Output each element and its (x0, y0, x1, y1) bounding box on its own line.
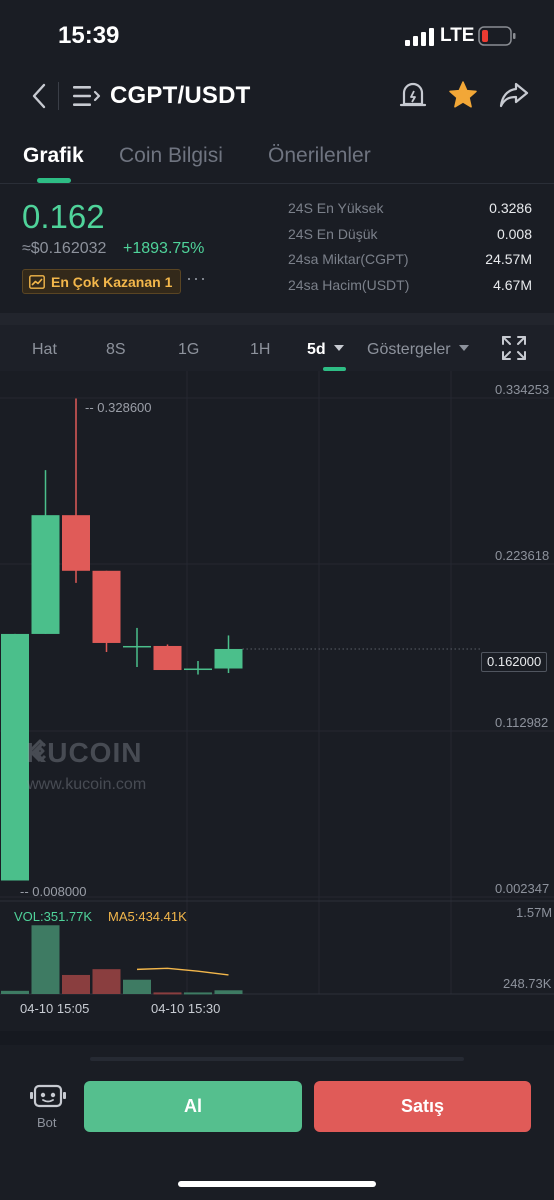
nav-divider (58, 82, 59, 110)
stat-value: 0.3286 (489, 200, 532, 216)
top-gainer-badge[interactable]: En Çok Kazanan 1 (22, 269, 182, 294)
pair-title[interactable]: CGPT/USDT (110, 82, 250, 110)
stat-row: 24sa Miktar(CGPT) 24.57M (288, 251, 532, 271)
interval-1h[interactable]: 1H (250, 341, 270, 359)
stat-value: 4.67M (493, 277, 532, 293)
interval-5d[interactable]: 5d (307, 341, 345, 359)
robot-icon (30, 1084, 66, 1108)
interval-5d-label: 5d (307, 341, 326, 358)
kucoin-watermark: KUCOIN (26, 737, 142, 769)
time-axis-label: 04-10 15:05 (20, 1001, 90, 1016)
divider (0, 183, 554, 184)
bottom-action-bar: Bot Al Satış (0, 1031, 554, 1200)
trend-up-icon (29, 274, 45, 289)
volume-bar (1, 990, 29, 994)
star-icon[interactable] (446, 78, 480, 112)
stat-label: 24sa Hacim(USDT) (288, 277, 410, 293)
price-alert-icon[interactable] (397, 78, 429, 112)
buy-button[interactable]: Al (84, 1081, 302, 1132)
last-price: 0.162 (22, 198, 105, 235)
share-icon[interactable] (497, 78, 531, 112)
tab-coin-bilgisi[interactable]: Coin Bilgisi (119, 144, 223, 168)
stat-label: 24sa Miktar(CGPT) (288, 251, 409, 267)
ma5-path (136, 967, 229, 976)
candle-body (214, 648, 243, 669)
tab-onerilenler[interactable]: Önerilenler (268, 144, 371, 168)
network-type: LTE (440, 25, 475, 46)
back-chevron-icon[interactable] (28, 82, 50, 110)
indicators-dropdown[interactable]: Göstergeler (367, 341, 470, 359)
ma5-label: MA5:434.41K (108, 909, 187, 924)
candle-body (62, 515, 90, 571)
chart-grid (0, 371, 554, 995)
price-chart[interactable]: KUCOIN www.kucoin.com 0.334253 0.223618 … (0, 371, 554, 1031)
price-axis-label: 0.002347 (495, 881, 550, 896)
candle-body (123, 645, 151, 648)
interval-1g[interactable]: 1G (178, 341, 199, 359)
volume-axis-label: 248.73K (503, 976, 552, 991)
volume-bar (62, 974, 90, 994)
volume-bar (92, 969, 121, 994)
candle-body (31, 515, 60, 634)
stat-value: 0.008 (496, 226, 532, 242)
volume-axis-label: 1.57M (516, 905, 553, 920)
bot-label: Bot (37, 1115, 57, 1130)
price-axis-label: 0.334253 (495, 382, 550, 397)
status-time: 15:39 (58, 22, 120, 49)
interval-8s[interactable]: 8S (106, 341, 126, 359)
candle-body (92, 570, 121, 643)
expand-icon[interactable] (500, 335, 528, 361)
candle-body (184, 668, 212, 671)
fiat-price: ≈$0.162032 (22, 240, 107, 257)
sell-button[interactable]: Satış (314, 1081, 531, 1132)
price-axis-label: 0.112982 (495, 715, 549, 730)
indicators-label: Göstergeler (367, 341, 451, 358)
stat-row: 24S En Yüksek 0.3286 (288, 200, 532, 220)
high-annotation: -- 0.328600 (85, 400, 152, 415)
menu-list-icon[interactable] (72, 82, 102, 110)
candles (1, 398, 243, 881)
dropdown-caret-icon (459, 345, 470, 351)
volume-bar (31, 925, 60, 994)
kucoin-logo-icon (28, 739, 47, 763)
stat-row: 24sa Hacim(USDT) 4.67M (288, 277, 532, 297)
stat-label: 24S En Düşük (288, 226, 378, 242)
volume-bar (123, 979, 151, 994)
tab-grafik[interactable]: Grafik (23, 144, 84, 168)
battery-icon (478, 26, 516, 46)
ma5-line (136, 967, 229, 976)
section-gap (0, 1031, 554, 1045)
section-gap (0, 313, 554, 325)
home-indicator (178, 1181, 376, 1187)
top-navigation: CGPT/USDT (0, 70, 554, 125)
low-annotation-value: 0.008000 (32, 884, 87, 899)
stat-value: 24.57M (485, 251, 532, 267)
price-change: +1893.75% (123, 240, 205, 257)
current-price-tag: 0.162000 (481, 652, 548, 672)
volume-bar (214, 990, 243, 994)
scroll-hint-bar (90, 1057, 464, 1061)
price-axis-label: 0.223618 (495, 548, 550, 563)
status-bar: 15:39 LTE (0, 0, 554, 70)
candle-body (1, 633, 29, 881)
top-gainer-label: En Çok Kazanan 1 (51, 273, 173, 290)
stat-row: 24S En Düşük 0.008 (288, 226, 532, 246)
time-axis-label: 04-10 15:30 (151, 1001, 221, 1016)
tab-bar: Grafik Coin Bilgisi Önerilenler (0, 138, 554, 184)
volume-bar (184, 992, 212, 995)
volume-label: VOL:351.77K (14, 909, 93, 924)
watermark-url: www.kucoin.com (27, 776, 147, 793)
candle-body (153, 645, 182, 671)
stat-label: 24S En Yüksek (288, 200, 384, 216)
candlestick-chart[interactable] (0, 371, 554, 1031)
high-annotation-value: 0.328600 (97, 400, 152, 415)
more-options-icon[interactable]: ··· (186, 268, 207, 289)
low-annotation: -- 0.008000 (20, 884, 87, 899)
signal-strength-icon (405, 28, 434, 46)
volume-bar (153, 992, 182, 995)
interval-bar: Hat 8S 1G 1H 5d Göstergeler (0, 325, 554, 371)
interval-hat[interactable]: Hat (32, 341, 57, 359)
dropdown-caret-icon (334, 345, 345, 351)
volume-bars (1, 925, 243, 995)
